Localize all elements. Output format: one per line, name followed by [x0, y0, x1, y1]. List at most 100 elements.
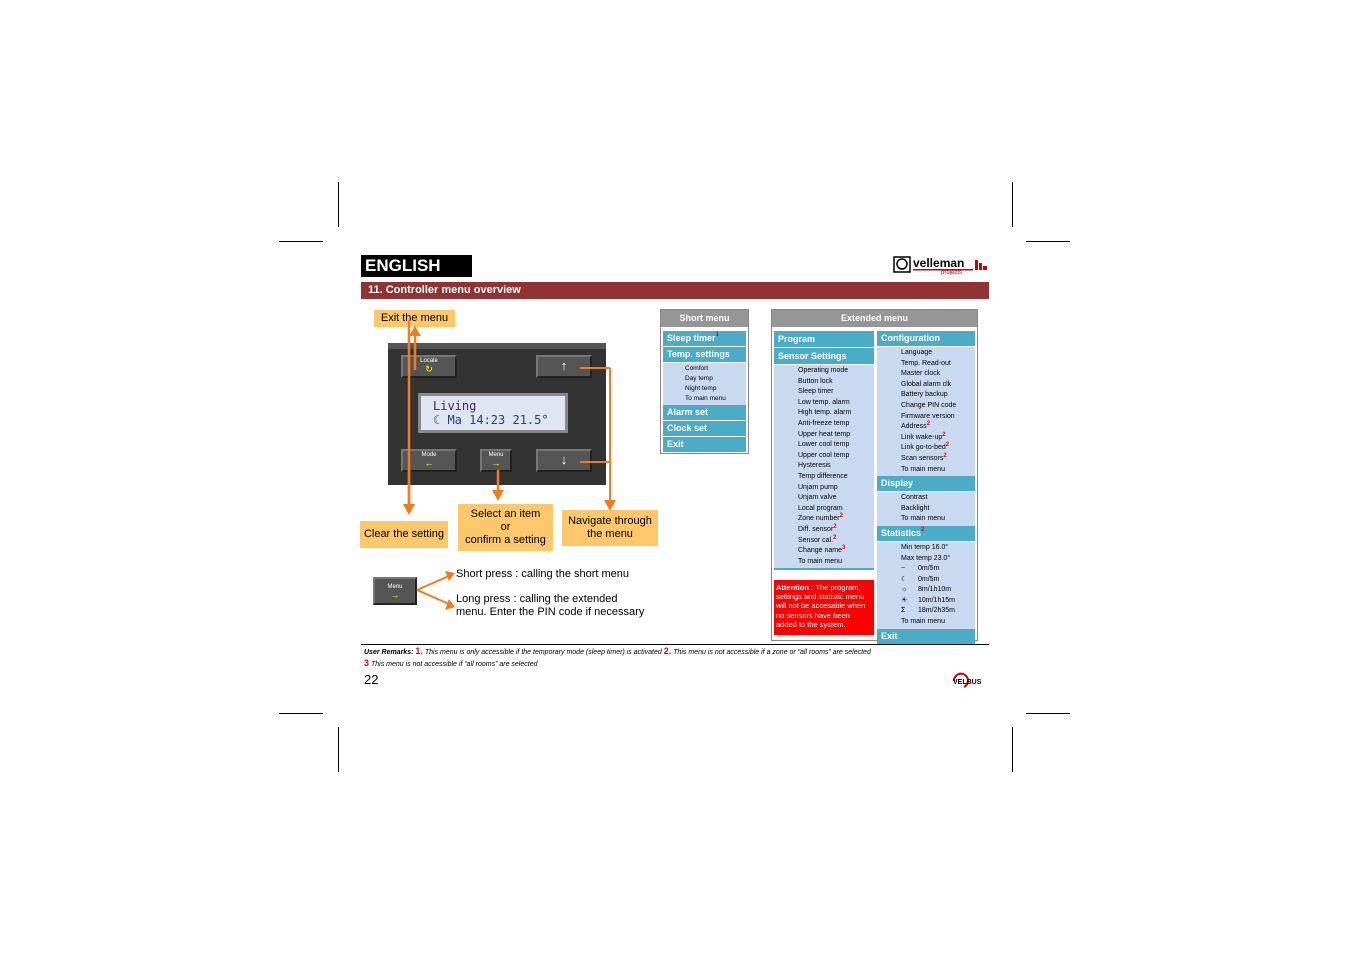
callout-select: Select an item or confirm a setting	[458, 504, 553, 551]
item-label: High temp. alarm	[798, 409, 852, 417]
item-label: Link wake-up	[901, 433, 943, 441]
submenu-item[interactable]: Max temp 23.0°	[901, 554, 975, 565]
submenu-item[interactable]: To main menu	[901, 465, 975, 476]
ext-menu-exit[interactable]: Exit	[877, 628, 975, 645]
note-marker: 2	[943, 452, 947, 459]
submenu-item[interactable]: Σ 18m/2h35m	[901, 606, 975, 617]
submenu-item[interactable]: To main menu	[685, 394, 746, 404]
submenu-item[interactable]: Diff. sensor2	[798, 523, 874, 536]
submenu-item[interactable]: Day temp	[685, 374, 746, 384]
submenu-item[interactable]: − 0m/5m	[901, 564, 975, 575]
svg-text:velleman: velleman	[913, 256, 964, 270]
submenu-item[interactable]: To main menu	[798, 557, 874, 568]
note-marker: 3	[841, 545, 846, 552]
note-marker: 2	[833, 523, 837, 530]
submenu-item[interactable]: Unjam valve	[798, 493, 874, 504]
ext-menu-configuration[interactable]: Configuration	[877, 331, 975, 347]
remarks-label: User Remarks:	[364, 649, 414, 656]
submenu-item[interactable]: To main menu	[901, 514, 975, 525]
submenu-item[interactable]: Night temp	[685, 384, 746, 394]
crop-mark	[1012, 727, 1013, 772]
short-menu-alarm-set[interactable]: Alarm set	[663, 405, 746, 421]
language-label: ENGLISH	[361, 255, 472, 277]
submenu-item[interactable]: Comfort	[685, 364, 746, 374]
submenu-item[interactable]: Anti-freeze temp	[798, 419, 874, 430]
long-press-line1: Long press : calling the extended	[456, 593, 618, 605]
submenu-item[interactable]: Link go-to-bed2	[901, 442, 975, 454]
velleman-logo: velleman projects	[893, 255, 989, 276]
submenu-item[interactable]: Contrast	[901, 493, 975, 504]
submenu-item[interactable]: Firmware version	[901, 412, 975, 423]
submenu-item[interactable]: Sensor cal.2	[798, 535, 874, 547]
submenu-item[interactable]: Button lock	[798, 377, 874, 388]
submenu-item[interactable]: Battery backup	[901, 390, 975, 401]
item-label: Master clock	[901, 370, 941, 378]
submenu-item[interactable]: To main menu	[901, 617, 975, 628]
ext-menu-display[interactable]: Display	[877, 476, 975, 493]
submenu-item[interactable]: Hysteresis	[798, 461, 874, 472]
item-label: Change PIN code	[901, 401, 957, 409]
submenu-item[interactable]: Min temp 16.0°	[901, 543, 975, 554]
stat-icon: −	[901, 565, 906, 573]
short-menu-temp-settings[interactable]: Temp. settings	[663, 347, 746, 363]
item-label: Sensor cal.	[798, 536, 834, 544]
submenu-item[interactable]: Temp difference	[798, 472, 874, 483]
remark-text: This menu is only accessible if the temp…	[424, 649, 662, 656]
short-menu: Short menu Sleep timer1 Temp. settings C…	[660, 309, 749, 454]
submenu-item[interactable]: Upper cool temp	[798, 451, 874, 462]
callout-select-line2: or	[500, 521, 511, 533]
extended-menu-left-column: Program Sensor Settings Operating mode Bu…	[774, 331, 874, 571]
callout-navigate: Navigate through the menu	[562, 510, 658, 546]
callout-select-line3: confirm a setting	[465, 534, 546, 546]
submenu-item[interactable]: Address2	[901, 421, 975, 433]
submenu-item[interactable]: Unjam pump	[798, 483, 874, 494]
section-title: 11. Controller menu overview	[361, 282, 989, 299]
note-marker: 1	[715, 332, 719, 338]
short-menu-exit[interactable]: Exit	[663, 437, 746, 453]
crop-mark	[279, 713, 323, 714]
submenu-item[interactable]: Upper heat temp	[798, 430, 874, 441]
submenu-item[interactable]: Link wake-up2	[901, 432, 975, 444]
submenu-item[interactable]: Master clock	[901, 369, 975, 380]
callout-select-line1: Select an item	[470, 508, 541, 520]
submenu-item[interactable]: Lower cool temp	[798, 440, 874, 451]
item-label: 0m/5m	[918, 565, 940, 573]
short-menu-title: Short menu	[661, 310, 748, 327]
submenu-item[interactable]: Scan sensors2	[901, 452, 975, 465]
submenu-item[interactable]: Change name3	[798, 545, 874, 557]
item-label: Max temp 23.0°	[901, 554, 951, 562]
item-label: Hysteresis	[798, 462, 831, 470]
submenu-item[interactable]: Sleep timer	[798, 387, 874, 398]
submenu-item[interactable]: ☾ 0m/5m	[901, 575, 975, 586]
crop-mark	[338, 727, 339, 772]
extended-menu-right-column: Configuration Language Temp. Read-out Mast…	[877, 331, 975, 645]
item-label: Unjam pump	[798, 483, 838, 491]
submenu-item[interactable]: Global alarm clk	[901, 380, 975, 391]
remark-number: 3	[364, 658, 370, 668]
submenu-item[interactable]: Temp. Read-out	[901, 359, 975, 370]
submenu-item[interactable]: Operating mode	[798, 366, 874, 377]
long-press-text: Long press : calling the extended menu. …	[456, 593, 644, 619]
short-menu-clock-set[interactable]: Clock set	[663, 421, 746, 437]
item-label: Firmware version	[901, 412, 955, 420]
submenu-item[interactable]: Change PIN code	[901, 401, 975, 412]
ext-menu-program[interactable]: Program	[774, 331, 874, 348]
submenu-item[interactable]: Backlight	[901, 504, 975, 515]
svg-text:projects: projects	[941, 270, 962, 275]
submenu-item[interactable]: Language	[901, 348, 975, 359]
submenu-item[interactable]: Low temp. alarm	[798, 398, 874, 409]
ext-menu-sensor-settings[interactable]: Sensor Settings	[774, 348, 874, 365]
submenu-item[interactable]: ☀ 10m/1h15m	[901, 596, 975, 607]
item-label: Min temp 16.0°	[901, 543, 949, 551]
stat-icon: ☼	[901, 586, 908, 594]
ext-menu-statistics[interactable]: Statistics2	[877, 525, 975, 542]
short-menu-sleep-timer[interactable]: Sleep timer1	[663, 331, 746, 347]
item-label: Button lock	[798, 377, 833, 385]
remark-text: This menu is not accessible if a zone or…	[673, 649, 871, 656]
note-marker: 2	[926, 421, 931, 428]
item-label: Upper cool temp	[798, 451, 850, 459]
item-label: Change name	[798, 547, 842, 555]
submenu-item[interactable]: Local program	[798, 504, 874, 515]
submenu-item[interactable]: ☼ 8m/1h10m	[901, 585, 975, 596]
submenu-item[interactable]: High temp. alarm	[798, 408, 874, 419]
